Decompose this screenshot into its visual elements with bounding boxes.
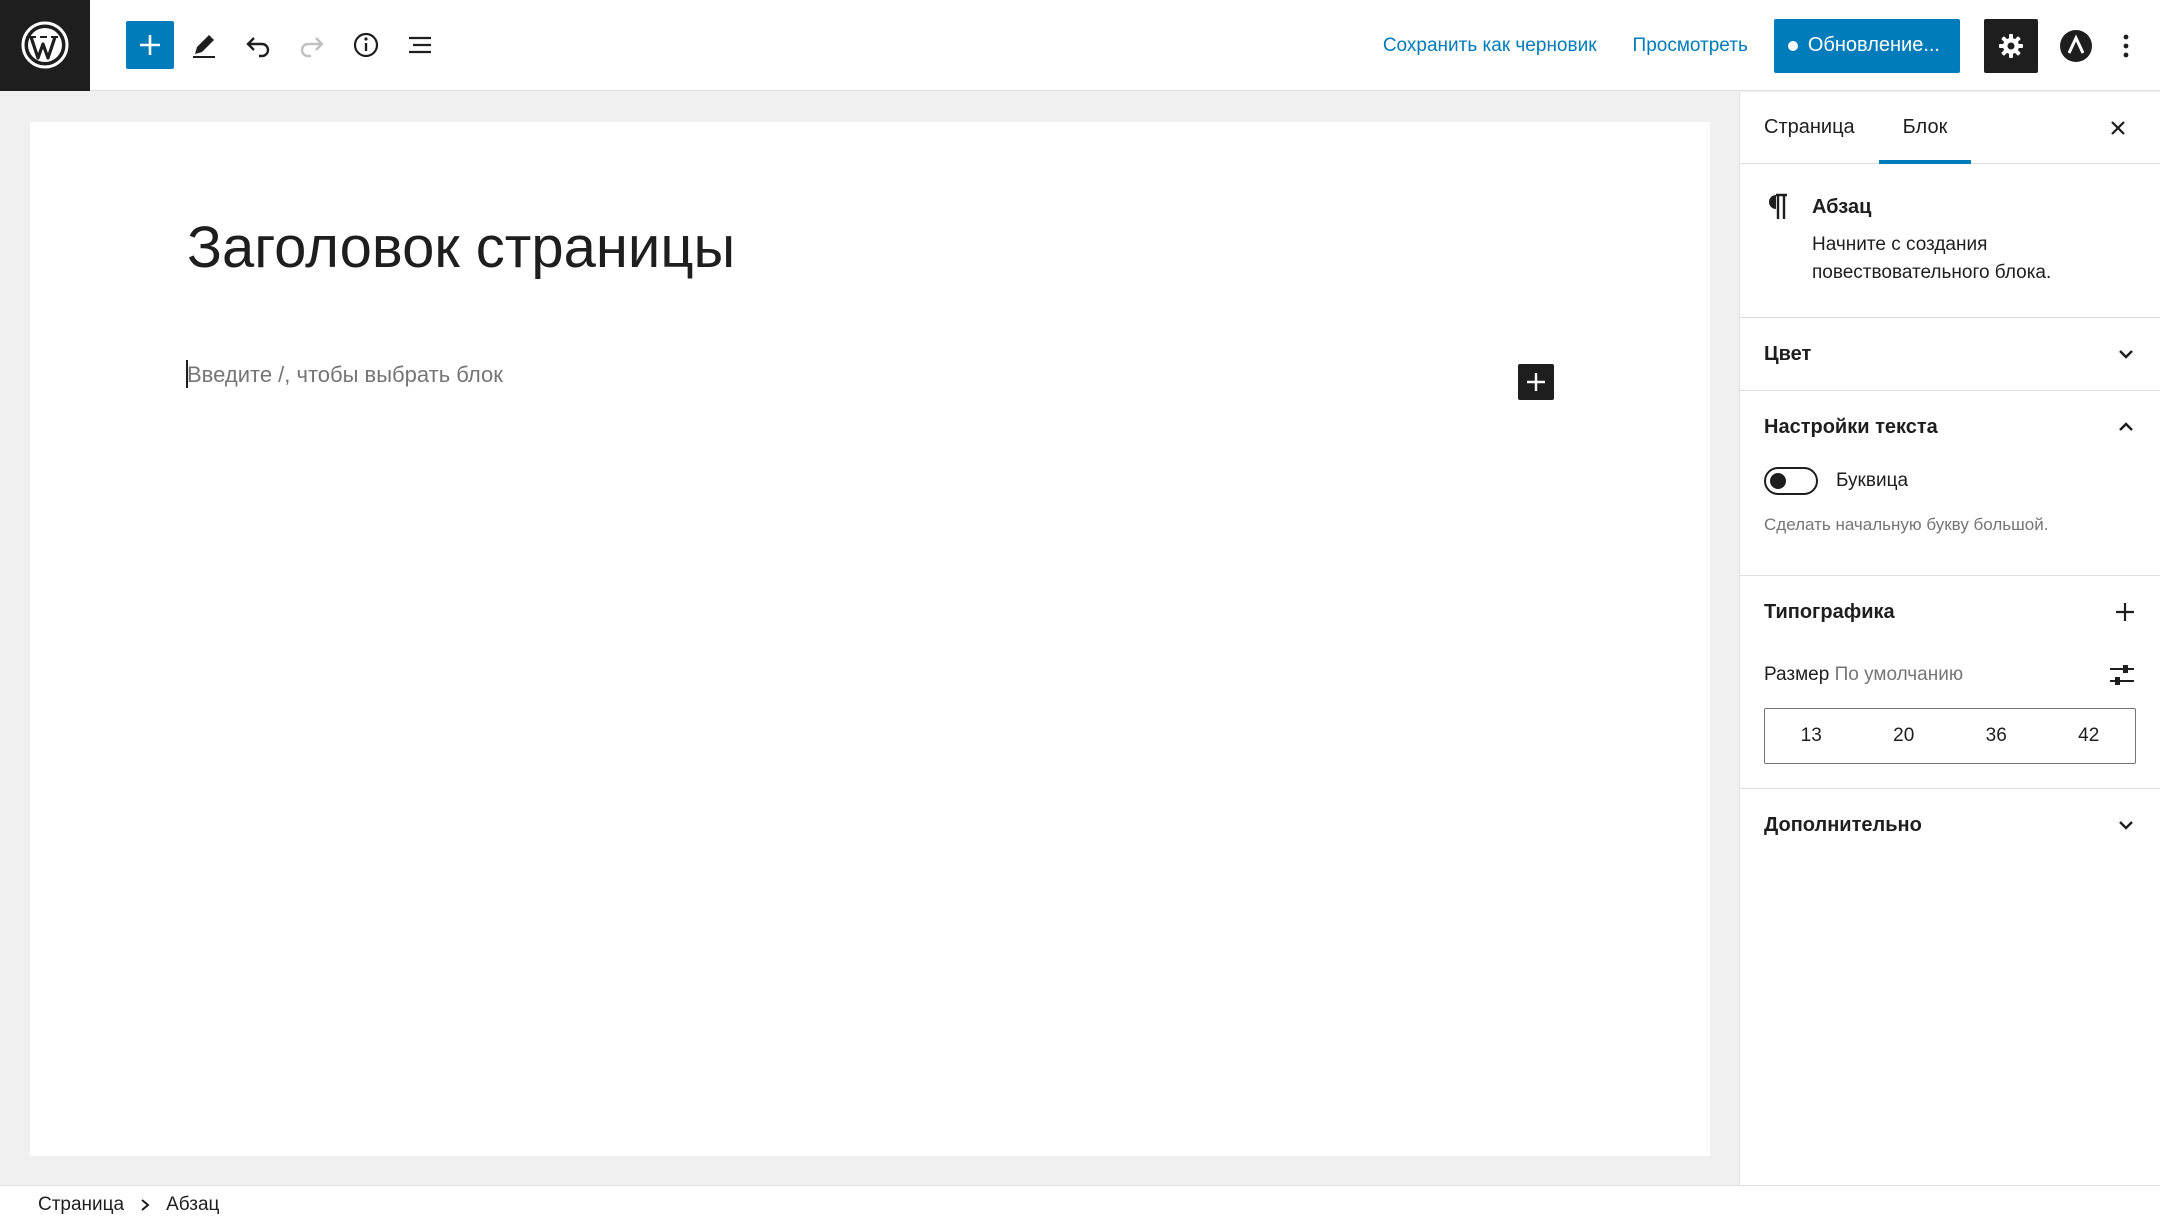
close-icon [2111, 121, 2125, 135]
chevron-down-icon [2119, 821, 2133, 830]
panel-advanced-title: Дополнительно [1764, 813, 1922, 836]
save-draft-button[interactable]: Сохранить как черновик [1365, 35, 1615, 57]
font-size-title: Размер [1764, 664, 1830, 685]
busy-indicator-icon [1787, 40, 1798, 51]
panel-text-settings-body: Буквица Сделать начальную букву большой. [1740, 467, 2160, 575]
sidebar-tabs: Страница Блок [1740, 92, 2160, 164]
options-menu-button[interactable] [2108, 22, 2144, 70]
block-inserter-button[interactable] [126, 21, 174, 69]
update-button-label: Обновление... [1807, 34, 1940, 56]
info-icon [353, 32, 379, 58]
details-button[interactable] [342, 21, 390, 69]
panel-typography-title: Типографика [1764, 600, 1895, 623]
panel-advanced-toggle[interactable]: Дополнительно [1740, 789, 2160, 861]
pencil-icon [193, 35, 215, 58]
panel-typography-body: Размер По умолчанию 13 20 36 42 [1740, 662, 2160, 788]
tab-page[interactable]: Страница [1740, 92, 1879, 163]
editor-canvas-area: Заголовок страницы Введите /, чтобы выбр… [0, 92, 1739, 1185]
drop-cap-help: Сделать начальную букву большой. [1764, 515, 2049, 534]
drop-cap-row: Буквица [1764, 467, 2136, 495]
wordpress-logo-button[interactable] [0, 0, 90, 91]
panel-text-settings-title: Настройки текста [1764, 415, 1938, 438]
tab-page-label: Страница [1764, 116, 1855, 138]
astra-icon [2060, 29, 2092, 62]
block-card-title: Абзац [1812, 196, 1872, 218]
preview-button[interactable]: Просмотреть [1615, 35, 1766, 57]
chevron-right-icon [141, 1198, 150, 1211]
block-card-content: Абзац Начните с создания повествовательн… [1812, 190, 2112, 287]
panel-color-toggle[interactable]: Цвет [1740, 318, 2160, 390]
undo-icon [246, 37, 270, 58]
settings-button[interactable] [1984, 18, 2038, 73]
panel-typography: Типографика Размер По умолчанию 13 20 36… [1740, 576, 2160, 789]
drop-cap-toggle[interactable] [1764, 467, 1818, 495]
block-card-description: Начните с создания повествовательного бл… [1812, 234, 2052, 283]
update-button[interactable]: Обновление... [1773, 18, 1960, 73]
font-size-option[interactable]: 13 [1771, 725, 1851, 747]
font-size-option[interactable]: 20 [1864, 725, 1944, 747]
breadcrumb-item-paragraph[interactable]: Абзац [166, 1194, 219, 1216]
font-size-picker: 13 20 36 42 [1764, 708, 2136, 764]
redo-icon [300, 37, 324, 58]
block-breadcrumb: Страница Абзац [0, 1185, 2160, 1223]
gear-icon [1999, 33, 2023, 58]
breadcrumb-item-page[interactable]: Страница [38, 1194, 124, 1216]
close-sidebar-button[interactable] [2100, 110, 2136, 146]
settings-sidebar: Страница Блок Абзац Начните с создания п… [1739, 92, 2160, 1185]
tab-block-label: Блок [1902, 116, 1948, 138]
panel-color: Цвет [1740, 318, 2160, 391]
panel-advanced: Дополнительно [1740, 789, 2160, 861]
font-size-option[interactable]: 36 [1956, 725, 2036, 747]
editor-header: Сохранить как черновик Просмотреть Обнов… [0, 0, 2160, 91]
panel-text-settings: Настройки текста Буквица Сделать начальн… [1740, 391, 2160, 576]
page-title-input[interactable]: Заголовок страницы [187, 214, 735, 281]
plus-icon [1527, 373, 1545, 391]
toggle-knob [1770, 473, 1786, 489]
panel-color-title: Цвет [1764, 342, 1812, 365]
font-size-option[interactable]: 42 [2049, 725, 2129, 747]
list-view-icon [409, 36, 431, 54]
editor-canvas[interactable]: Заголовок страницы Введите /, чтобы выбр… [30, 122, 1710, 1156]
font-size-value: По умолчанию [1834, 664, 1964, 685]
drop-cap-label[interactable]: Буквица [1836, 470, 1908, 492]
plus-icon[interactable] [2114, 601, 2136, 623]
paragraph-icon [1764, 190, 1812, 287]
chevron-up-icon [2119, 422, 2133, 431]
plus-icon [140, 35, 160, 55]
undo-button[interactable] [234, 21, 282, 69]
panel-text-settings-toggle[interactable]: Настройки текста [1740, 391, 2160, 463]
redo-button[interactable] [288, 21, 336, 69]
inline-block-inserter-button[interactable] [1518, 364, 1554, 400]
block-card: Абзац Начните с создания повествовательн… [1740, 164, 2160, 318]
tab-block[interactable]: Блок [1878, 92, 1972, 164]
list-view-button[interactable] [396, 21, 444, 69]
panel-typography-header: Типографика [1740, 576, 2160, 648]
font-size-row: Размер По умолчанию [1764, 662, 2136, 688]
header-actions: Сохранить как черновик Просмотреть Обнов… [1365, 0, 2160, 91]
custom-size-settings-icon[interactable] [2108, 662, 2136, 688]
tools-button[interactable] [180, 21, 228, 69]
astra-settings-button[interactable] [2052, 22, 2100, 70]
paragraph-block-placeholder[interactable]: Введите /, чтобы выбрать блок [187, 362, 503, 388]
more-vertical-icon [2123, 34, 2129, 57]
font-size-label: Размер По умолчанию [1764, 664, 1963, 686]
wordpress-icon [21, 21, 69, 69]
chevron-down-icon [2119, 350, 2133, 359]
